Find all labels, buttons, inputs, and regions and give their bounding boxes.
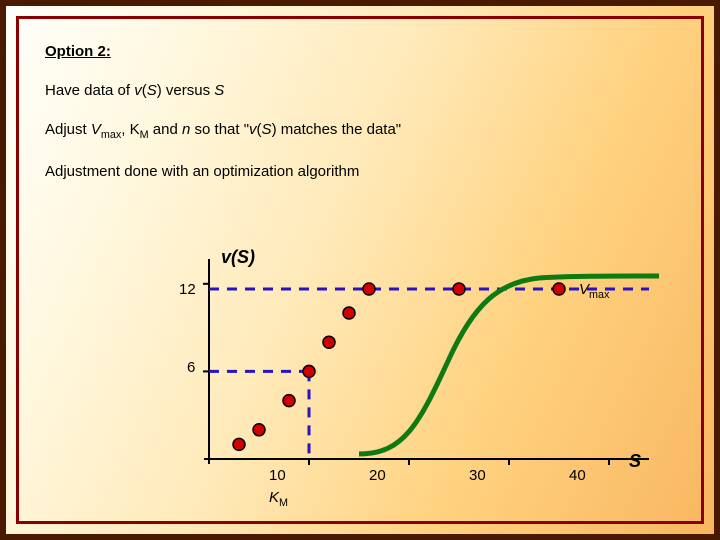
t: M xyxy=(140,129,149,141)
t: so that " xyxy=(190,121,249,138)
slide-inner: Option 2: Have data of v(S) versus S Adj… xyxy=(16,16,704,524)
t: M xyxy=(279,497,288,509)
text-block: Option 2: Have data of v(S) versus S Adj… xyxy=(45,43,675,180)
option-title: Option 2: xyxy=(45,43,675,60)
t: , K xyxy=(121,121,139,138)
data-point xyxy=(343,307,355,319)
y-axis-label: v(S) xyxy=(221,247,255,268)
t: Have data of xyxy=(45,82,134,99)
plot-svg xyxy=(209,269,649,479)
km-label: KM xyxy=(269,489,288,509)
data-point xyxy=(303,365,315,377)
data-point xyxy=(453,283,465,295)
t: K xyxy=(269,489,279,506)
t: ) versus xyxy=(157,82,215,99)
slide-frame: Option 2: Have data of v(S) versus S Adj… xyxy=(0,0,720,540)
data-point xyxy=(233,438,245,450)
t: and xyxy=(149,121,182,138)
t: ) matches the data" xyxy=(272,121,402,138)
t: Adjust xyxy=(45,121,91,138)
line-algorithm: Adjustment done with an optimization alg… xyxy=(45,163,675,180)
t: V xyxy=(91,121,101,138)
data-point xyxy=(553,283,565,295)
chart: v(S) 12 6 Vmax S 10 20 30 40 KM xyxy=(169,249,659,529)
t: v xyxy=(134,82,142,99)
data-points xyxy=(233,283,565,450)
t: S xyxy=(262,121,272,138)
t: max xyxy=(101,129,121,141)
y-tick-6: 6 xyxy=(187,359,195,376)
model-curve xyxy=(359,276,659,454)
t: S xyxy=(147,82,157,99)
t: v xyxy=(249,121,257,138)
t: S xyxy=(214,82,224,99)
data-point xyxy=(283,395,295,407)
data-point xyxy=(253,424,265,436)
data-point xyxy=(363,283,375,295)
line-adjust: Adjust Vmax, KM and n so that "v(S) matc… xyxy=(45,121,675,141)
line-have-data: Have data of v(S) versus S xyxy=(45,82,675,99)
y-tick-12: 12 xyxy=(179,281,196,298)
data-point xyxy=(323,336,335,348)
